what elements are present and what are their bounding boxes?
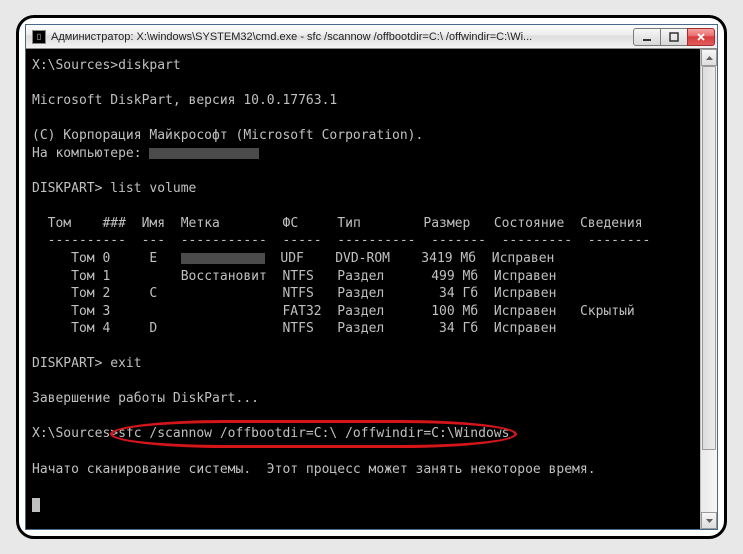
cell: 3419 Мб bbox=[421, 251, 476, 266]
cell: Исправен bbox=[494, 286, 557, 301]
titlebar[interactable]: ▯ Администратор: X:\windows\SYSTEM32\cmd… bbox=[26, 25, 717, 49]
minimize-button[interactable] bbox=[633, 28, 661, 46]
chevron-up-icon bbox=[706, 56, 713, 60]
scroll-track[interactable] bbox=[701, 66, 717, 512]
col-type: Тип bbox=[337, 216, 360, 231]
cell: D bbox=[149, 321, 157, 336]
col-size: Размер bbox=[423, 216, 470, 231]
cell: Том 4 bbox=[71, 321, 110, 336]
diskpart-prompt: DISKPART> bbox=[32, 181, 110, 196]
cell: 34 Гб bbox=[439, 286, 478, 301]
cell: NTFS bbox=[282, 269, 313, 284]
command-text: exit bbox=[110, 356, 141, 371]
prompt: X:\Sources> bbox=[32, 426, 118, 441]
console-output[interactable]: X:\Sources>diskpart Microsoft DiskPart, … bbox=[26, 49, 700, 529]
cell: 100 Мб bbox=[431, 304, 478, 319]
screenshot-frame: ▯ Администратор: X:\windows\SYSTEM32\cmd… bbox=[16, 15, 727, 539]
cell: Том 3 bbox=[71, 304, 110, 319]
cell: 499 Мб bbox=[431, 269, 478, 284]
cell: 34 Гб bbox=[439, 321, 478, 336]
version-line: Microsoft DiskPart, версия 10.0.17763.1 bbox=[32, 93, 337, 108]
cmd-window: ▯ Администратор: X:\windows\SYSTEM32\cmd… bbox=[25, 24, 718, 530]
maximize-icon bbox=[669, 32, 679, 42]
col-state: Состояние bbox=[494, 216, 564, 231]
cell: E bbox=[149, 251, 157, 266]
col-name: Имя bbox=[142, 216, 165, 231]
cell: Скрытый bbox=[580, 304, 635, 319]
maximize-button[interactable] bbox=[660, 28, 688, 46]
cell: DVD-ROM bbox=[335, 251, 390, 266]
cell: Том 1 bbox=[71, 269, 110, 284]
computer-label: На компьютере: bbox=[32, 146, 149, 161]
prompt: X:\Sources> bbox=[32, 58, 118, 73]
cell: Том 0 bbox=[71, 251, 110, 266]
col-label: Метка bbox=[181, 216, 220, 231]
cell: Восстановит bbox=[181, 269, 267, 284]
scroll-thumb[interactable] bbox=[702, 66, 716, 450]
vertical-scrollbar[interactable] bbox=[700, 49, 717, 529]
highlighted-command: sfc /scannow /offbootdir=C:\ /offwindir=… bbox=[118, 425, 509, 443]
cell: UDF bbox=[280, 251, 303, 266]
diskpart-prompt: DISKPART> bbox=[32, 356, 110, 371]
copyright-line: (C) Корпорация Майкрософт (Microsoft Cor… bbox=[32, 128, 423, 143]
command-text: list volume bbox=[110, 181, 196, 196]
minimize-icon bbox=[642, 32, 652, 42]
cell: Том 2 bbox=[71, 286, 110, 301]
close-button[interactable] bbox=[687, 28, 715, 46]
console-area: X:\Sources>diskpart Microsoft DiskPart, … bbox=[26, 49, 717, 529]
cell: NTFS bbox=[282, 321, 313, 336]
cell: C bbox=[149, 286, 157, 301]
cell: NTFS bbox=[282, 286, 313, 301]
window-title: Администратор: X:\windows\SYSTEM32\cmd.e… bbox=[51, 31, 634, 43]
chevron-down-icon bbox=[706, 519, 713, 523]
window-controls bbox=[634, 28, 715, 46]
cell: Исправен bbox=[494, 321, 557, 336]
close-icon bbox=[696, 32, 706, 42]
command-text: diskpart bbox=[118, 58, 181, 73]
cell: Раздел bbox=[337, 304, 384, 319]
redacted-computer-name bbox=[149, 148, 259, 159]
exit-message: Завершение работы DiskPart... bbox=[32, 391, 259, 406]
cell: Раздел bbox=[337, 269, 384, 284]
cell: Раздел bbox=[337, 286, 384, 301]
cell: Исправен bbox=[494, 304, 557, 319]
cell: Раздел bbox=[337, 321, 384, 336]
command-text: sfc /scannow /offbootdir=C:\ /offwindir=… bbox=[118, 426, 509, 441]
col-num: ### bbox=[102, 216, 125, 231]
col-fs: ФС bbox=[283, 216, 299, 231]
text-cursor bbox=[32, 498, 40, 512]
redacted-label bbox=[181, 253, 265, 264]
cell: Исправен bbox=[494, 269, 557, 284]
scroll-up-button[interactable] bbox=[701, 49, 717, 66]
col-tom: Том bbox=[48, 216, 71, 231]
scroll-down-button[interactable] bbox=[701, 512, 717, 529]
scan-message: Начато сканирование системы. Этот процес… bbox=[32, 462, 596, 477]
cell: FAT32 bbox=[282, 304, 321, 319]
cell: Исправен bbox=[492, 251, 555, 266]
cmd-icon: ▯ bbox=[32, 30, 46, 44]
col-info: Сведения bbox=[580, 216, 643, 231]
